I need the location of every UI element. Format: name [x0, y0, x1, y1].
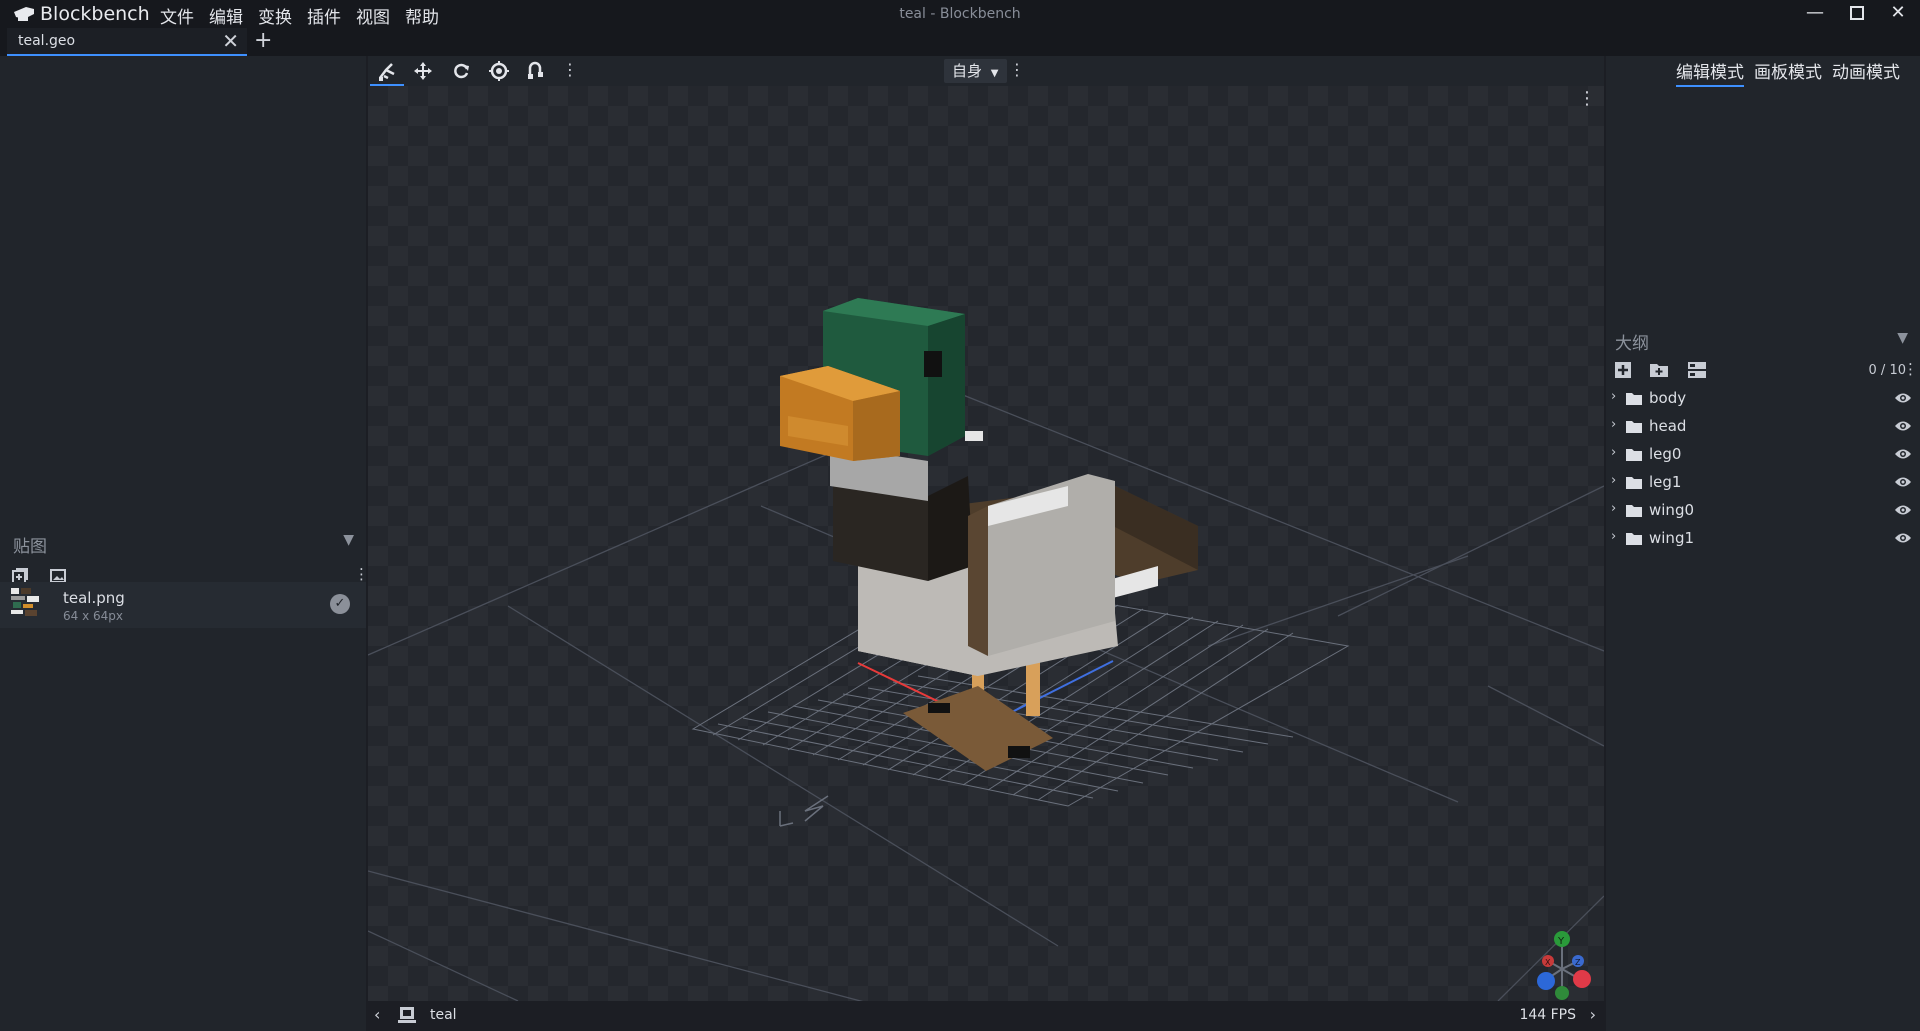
- eye-icon[interactable]: [1894, 420, 1912, 432]
- svg-text:X: X: [1545, 958, 1551, 967]
- close-window-icon[interactable]: ✕: [1878, 0, 1918, 28]
- north-marker-icon: [779, 795, 829, 827]
- group-name: wing0: [1649, 501, 1695, 519]
- menu-view[interactable]: 视图: [356, 3, 390, 28]
- group-name: wing1: [1649, 529, 1695, 547]
- more-options-icon[interactable]: ⋮: [354, 565, 369, 583]
- add-cube-icon[interactable]: [1614, 361, 1632, 379]
- vertex-snap-tool-icon[interactable]: [520, 58, 554, 86]
- outliner-group-leg1[interactable]: › leg1: [1606, 470, 1920, 496]
- outliner-panel-header[interactable]: 大纲 ▼: [1606, 320, 1920, 356]
- toolbar-more-icon[interactable]: ⋮: [1009, 60, 1025, 79]
- menu-plugins[interactable]: 插件: [307, 3, 341, 28]
- tab-label: teal.geo: [18, 33, 76, 49]
- chevron-right-icon[interactable]: ›: [1611, 417, 1616, 432]
- new-tab-icon[interactable]: +: [254, 28, 272, 53]
- move-tool-icon[interactable]: [406, 58, 440, 86]
- mode-tab-edit[interactable]: 编辑模式: [1676, 58, 1744, 87]
- collapse-all-icon[interactable]: [1687, 361, 1707, 379]
- viewport-scene: [368, 298, 1604, 1001]
- tab-teal-geo[interactable]: teal.geo ✕: [7, 28, 247, 56]
- pivot-tool-icon[interactable]: [482, 58, 516, 86]
- app-name: Blockbench: [40, 3, 150, 25]
- blockbench-logo-icon: [14, 7, 34, 21]
- group-name: leg0: [1649, 445, 1682, 463]
- toolbar-separator-icon[interactable]: ⋮: [562, 60, 578, 79]
- more-options-icon[interactable]: ⋮: [1903, 360, 1918, 378]
- outliner-group-wing1[interactable]: › wing1: [1606, 526, 1920, 552]
- axis-gizmo-icon[interactable]: Y X Z: [1534, 921, 1604, 1001]
- model-name: teal: [430, 1007, 457, 1023]
- outliner-group-leg0[interactable]: › leg0: [1606, 442, 1920, 468]
- outliner-group-body[interactable]: › body: [1606, 386, 1920, 412]
- menu-file[interactable]: 文件: [160, 3, 194, 28]
- move-cube-tool-icon[interactable]: [370, 58, 404, 86]
- folder-icon: [1626, 393, 1642, 405]
- chevron-left-icon[interactable]: ‹: [374, 1005, 380, 1024]
- eye-icon[interactable]: [1894, 504, 1912, 516]
- viewport-status-bar: ‹ teal 144 FPS ›: [368, 1001, 1604, 1031]
- maximize-icon[interactable]: [1837, 0, 1877, 28]
- close-tab-icon[interactable]: ✕: [222, 29, 239, 53]
- chevron-right-icon[interactable]: ›: [1611, 445, 1616, 460]
- menu-bar: 文件 编辑 变换 插件 视图 帮助: [160, 3, 439, 28]
- mode-tab-animate[interactable]: 动画模式: [1832, 58, 1900, 87]
- folder-icon: [1626, 477, 1642, 489]
- duck-model: [780, 298, 1198, 771]
- group-name: head: [1649, 417, 1687, 435]
- tab-bar: teal.geo ✕ +: [0, 28, 1920, 56]
- title-bar: Blockbench 文件 编辑 变换 插件 视图 帮助 teal - Bloc…: [0, 0, 1920, 28]
- chevron-right-icon[interactable]: ›: [1611, 529, 1616, 544]
- outliner-group-wing0[interactable]: › wing0: [1606, 498, 1920, 524]
- svg-text:Z: Z: [1575, 958, 1581, 967]
- chevron-right-icon[interactable]: ›: [1611, 501, 1616, 516]
- menu-edit[interactable]: 编辑: [209, 3, 243, 28]
- folder-icon: [1626, 533, 1642, 545]
- chevron-down-icon[interactable]: ▼: [343, 532, 354, 548]
- outliner-group-head[interactable]: › head: [1606, 414, 1920, 440]
- svg-text:Y: Y: [1557, 936, 1565, 947]
- texture-in-use-icon: ✓: [330, 594, 350, 614]
- folder-icon: [1626, 421, 1642, 433]
- eye-icon[interactable]: [1894, 532, 1912, 544]
- outliner-title: 大纲: [1615, 334, 1649, 354]
- model-icon: [398, 1007, 416, 1023]
- left-sidebar: 贴图 ▼ ⋮ teal.png 64 x 64px ✓: [0, 56, 369, 1031]
- group-name: leg1: [1649, 473, 1682, 491]
- add-group-icon[interactable]: [1649, 361, 1669, 379]
- eye: [924, 351, 942, 377]
- outliner-selection-count: 0 / 10: [1868, 363, 1906, 378]
- 3d-viewport[interactable]: ⋮ Y X Z: [368, 86, 1604, 1001]
- eye-icon[interactable]: [1894, 448, 1912, 460]
- outliner-toolbar: 0 / 10 ⋮: [1606, 358, 1920, 384]
- minimize-icon[interactable]: —: [1795, 0, 1835, 28]
- z-axis-line: [1007, 660, 1114, 715]
- menu-help[interactable]: 帮助: [405, 3, 439, 28]
- rotate-tool-icon[interactable]: [444, 58, 478, 86]
- texture-size: 64 x 64px: [63, 609, 123, 623]
- eye-icon[interactable]: [1894, 392, 1912, 404]
- caret-down-icon: ▼: [990, 68, 999, 79]
- texture-name: teal.png: [63, 589, 125, 607]
- texture-thumbnail: [11, 588, 39, 616]
- chevron-down-icon[interactable]: ▼: [1897, 330, 1908, 346]
- viewport-toolbar: ⋮ 自身 ▼ ⋮: [368, 56, 1604, 86]
- transform-space-value: 自身: [952, 62, 983, 80]
- folder-icon: [1626, 449, 1642, 461]
- folder-icon: [1626, 505, 1642, 517]
- texture-item[interactable]: teal.png 64 x 64px ✓: [0, 582, 366, 628]
- mode-tab-paint[interactable]: 画板模式: [1754, 58, 1822, 87]
- group-name: body: [1649, 389, 1687, 407]
- transform-space-select[interactable]: 自身 ▼: [944, 59, 1007, 83]
- chevron-right-icon[interactable]: ›: [1611, 473, 1616, 488]
- fps-counter: 144 FPS: [1519, 1007, 1576, 1023]
- textures-title: 贴图: [13, 537, 47, 557]
- eye-icon[interactable]: [1894, 476, 1912, 488]
- menu-transform[interactable]: 变换: [258, 3, 292, 28]
- textures-panel-header[interactable]: 贴图 ▼: [0, 522, 366, 562]
- chevron-right-icon[interactable]: ›: [1611, 389, 1616, 404]
- chevron-right-icon[interactable]: ›: [1590, 1005, 1596, 1024]
- mode-tabs: 编辑模式 画板模式 动画模式: [1676, 58, 1900, 87]
- right-sidebar: 大纲 ▼ 0 / 10 ⋮ › body › head › leg0 › leg…: [1606, 56, 1920, 1031]
